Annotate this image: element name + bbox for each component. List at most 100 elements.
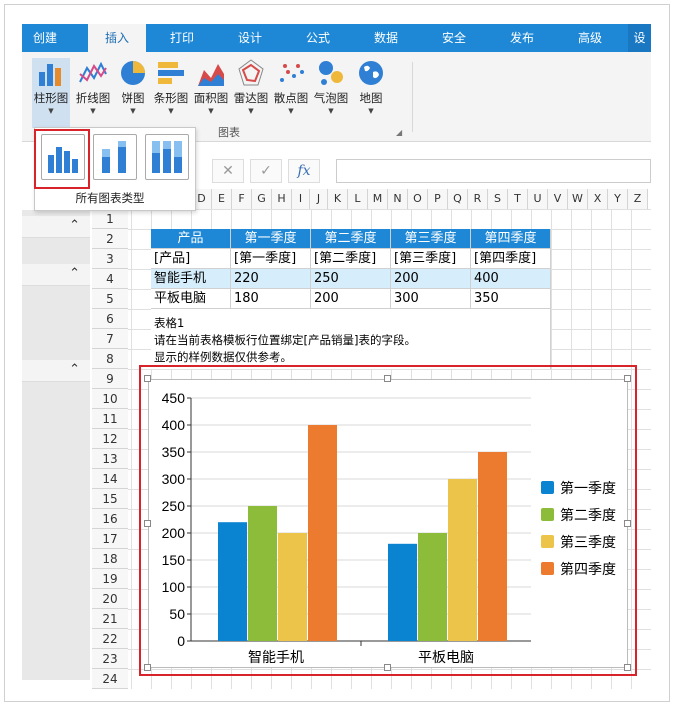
row-header[interactable]: 11 [92,409,128,429]
row-header[interactable]: 19 [92,569,128,589]
bar-chart-button[interactable]: 柱形图 ▼ [32,58,70,128]
table-cell[interactable]: [第三季度] [391,249,471,269]
table-cell[interactable]: 350 [471,289,551,309]
column-header[interactable]: X [588,189,608,209]
table-cell[interactable]: 400 [471,269,551,289]
formula-input[interactable] [336,159,651,183]
row-header[interactable]: 7 [92,329,128,349]
table-cell[interactable]: [产品] [151,249,231,269]
column-header[interactable]: W [568,189,588,209]
table-cell[interactable]: 产品 [151,229,231,249]
table-cell[interactable]: [第二季度] [311,249,391,269]
table-cell[interactable]: 第四季度 [471,229,551,249]
column-header[interactable]: R [468,189,488,209]
column-header[interactable]: N [388,189,408,209]
row-header[interactable]: 5 [92,289,128,309]
stacked-column-option[interactable] [93,134,137,180]
tab-security[interactable]: 安全 [426,24,482,52]
scatter-chart-button[interactable]: 散点图 ▼ [272,58,310,128]
row-header[interactable]: 20 [92,589,128,609]
row-header[interactable]: 23 [92,649,128,669]
map-button[interactable]: 地图 ▼ [352,58,390,128]
row-header[interactable]: 14 [92,469,128,489]
row-header[interactable]: 4 [92,269,128,289]
column-header[interactable]: I [292,189,310,209]
row-header[interactable]: 6 [92,309,128,329]
column-header[interactable]: V [548,189,568,209]
row-header[interactable]: 8 [92,349,128,369]
column-header[interactable]: K [328,189,348,209]
confirm-button[interactable]: ✓ [250,159,282,183]
table-cell[interactable]: 第三季度 [391,229,471,249]
column-header[interactable]: E [212,189,232,209]
row-header[interactable]: 1 [92,209,128,229]
radar-chart-button[interactable]: 雷达图 ▼ [232,58,270,128]
tab-data[interactable]: 数据 [358,24,414,52]
table-cell[interactable]: 180 [231,289,311,309]
column-header[interactable]: Y [608,189,628,209]
column-header[interactable]: O [408,189,428,209]
column-header[interactable]: S [488,189,508,209]
cancel-button[interactable]: ✕ [212,159,244,183]
row-header[interactable]: 2 [92,229,128,249]
tab-insert[interactable]: 插入 [88,24,146,52]
table-cell[interactable]: 平板电脑 [151,289,231,309]
table-cell[interactable]: [第四季度] [471,249,551,269]
panel-section-3[interactable]: ⌃ [22,360,90,382]
tab-formula[interactable]: 公式 [290,24,346,52]
chevron-up-icon[interactable]: ⌃ [69,362,80,377]
row-header[interactable]: 24 [92,669,128,689]
column-header[interactable]: Q [448,189,468,209]
chevron-up-icon[interactable]: ⌃ [69,266,80,281]
table-cell[interactable]: 250 [311,269,391,289]
area-chart-button[interactable]: 面积图 ▼ [192,58,230,128]
formula-bar: ✕ ✓ fx [200,157,651,185]
column-header[interactable]: U [528,189,548,209]
table-cell[interactable]: 300 [391,289,471,309]
row-header[interactable]: 12 [92,429,128,449]
column-header[interactable]: T [508,189,528,209]
tab-settings[interactable]: 设 [628,24,651,52]
table-cell[interactable]: 200 [391,269,471,289]
table-cell[interactable]: 第一季度 [231,229,311,249]
row-header[interactable]: 16 [92,509,128,529]
column-header[interactable]: H [272,189,292,209]
row-header[interactable]: 13 [92,449,128,469]
column-header[interactable]: Z [628,189,648,209]
percent-column-option[interactable] [145,134,189,180]
column-header[interactable]: J [310,189,328,209]
row-header[interactable]: 10 [92,389,128,409]
chevron-up-icon[interactable]: ⌃ [69,218,80,233]
table-cell[interactable]: [第一季度] [231,249,311,269]
column-header[interactable]: G [252,189,272,209]
tab-advanced[interactable]: 高级 [562,24,618,52]
table-cell[interactable]: 200 [311,289,391,309]
row-header[interactable]: 3 [92,249,128,269]
tab-print[interactable]: 打印 [154,24,210,52]
tab-create[interactable]: 创建 [22,24,68,52]
line-chart-button[interactable]: 折线图 ▼ [74,58,112,128]
column-header[interactable]: P [428,189,448,209]
row-header[interactable]: 21 [92,609,128,629]
row-header[interactable]: 18 [92,549,128,569]
tab-publish[interactable]: 发布 [494,24,550,52]
row-header[interactable]: 9 [92,369,128,389]
expand-group-icon[interactable]: ◢ [396,128,402,137]
panel-section-1[interactable]: ⌃ [22,216,90,238]
table-cell[interactable]: 第二季度 [311,229,391,249]
fx-button[interactable]: fx [288,159,320,183]
column-header[interactable]: L [348,189,368,209]
hbar-chart-button[interactable]: 条形图 ▼ [152,58,190,128]
column-header[interactable]: F [232,189,252,209]
row-header[interactable]: 17 [92,529,128,549]
pie-chart-button[interactable]: 饼图 ▼ [114,58,152,128]
row-header[interactable]: 22 [92,629,128,649]
table-cell[interactable]: 智能手机 [151,269,231,289]
bubble-chart-button[interactable]: 气泡图 ▼ [312,58,350,128]
column-header[interactable]: M [368,189,388,209]
panel-section-2[interactable]: ⌃ [22,264,90,286]
table-cell[interactable]: 220 [231,269,311,289]
tab-design[interactable]: 设计 [222,24,278,52]
note-line: 表格1 [154,316,185,330]
row-header[interactable]: 15 [92,489,128,509]
